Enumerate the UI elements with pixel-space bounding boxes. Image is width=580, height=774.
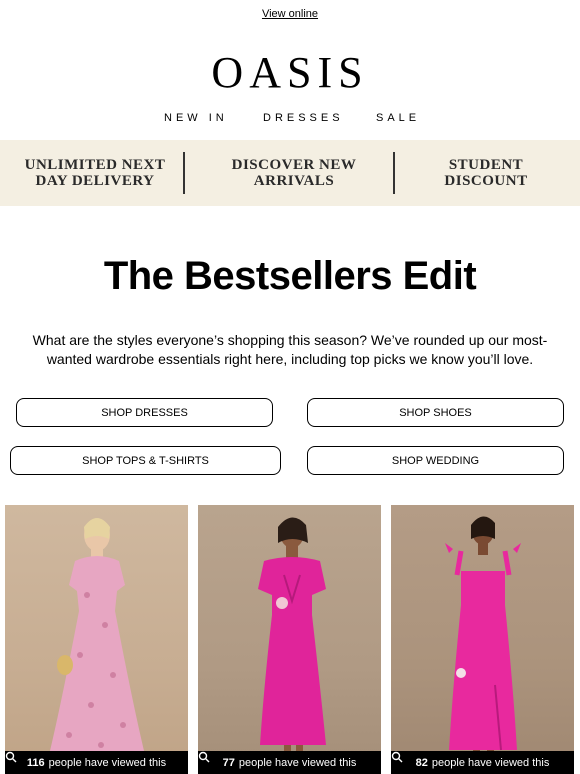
product-card[interactable]: 116 people have viewed this [5,505,188,774]
nav-sale[interactable]: SALE [376,112,420,124]
promo-banner: UNLIMITED NEXT DAY DELIVERY DISCOVER NEW A… [0,140,580,206]
brand-logo[interactable]: OASIS [0,48,580,98]
promo-arrivals-line2: ARRIVALS [253,173,335,189]
page-headline: The Bestsellers Edit [103,254,477,298]
promo-student-line2: DISCOUNT [444,173,528,189]
shop-tops-button[interactable]: SHOP TOPS & T-SHIRTS [10,446,281,475]
product-card[interactable]: 77 people have viewed this [198,505,381,774]
view-online-link[interactable]: View online [262,8,318,20]
promo-new-arrivals[interactable]: DISCOVER NEW ARRIVALS [200,140,388,206]
intro-text: What are the styles everyone’s shopping … [32,332,548,367]
promo-delivery-line2: DAY DELIVERY [35,173,155,189]
viewed-count: 82 [415,756,428,769]
viewed-count-bar: 82 people have viewed this [391,751,574,774]
product-card[interactable]: 82 people have viewed this [391,505,574,774]
view-online-bar: View online [0,8,580,20]
viewed-label: people have viewed this [431,756,550,769]
shop-wedding-button[interactable]: SHOP WEDDING [307,446,564,475]
viewed-count: 116 [26,756,45,769]
nav-dresses[interactable]: DRESSES [263,112,344,124]
search-icon [198,751,210,763]
product-image[interactable] [5,505,188,774]
viewed-count-bar: 77 people have viewed this [198,751,381,774]
viewed-label: people have viewed this [48,756,167,769]
search-icon [391,751,403,763]
promo-delivery-line1: UNLIMITED NEXT [24,157,166,173]
nav-new-in[interactable]: NEW IN [164,112,228,124]
product-image[interactable] [391,505,574,774]
viewed-count-bar: 116 people have viewed this [5,751,188,774]
search-icon [5,751,17,763]
viewed-count: 77 [222,756,235,769]
viewed-label: people have viewed this [238,756,357,769]
shop-shoes-button[interactable]: SHOP SHOES [307,398,564,427]
promo-student-line1: STUDENT [448,157,524,173]
promo-delivery[interactable]: UNLIMITED NEXT DAY DELIVERY [10,140,180,206]
promo-student-discount[interactable]: STUDENT DISCOUNT [400,140,572,206]
promo-divider [393,152,395,194]
promo-arrivals-line1: DISCOVER NEW [231,157,357,173]
shop-dresses-button[interactable]: SHOP DRESSES [16,398,273,427]
product-image[interactable] [198,505,381,774]
promo-divider [183,152,185,194]
